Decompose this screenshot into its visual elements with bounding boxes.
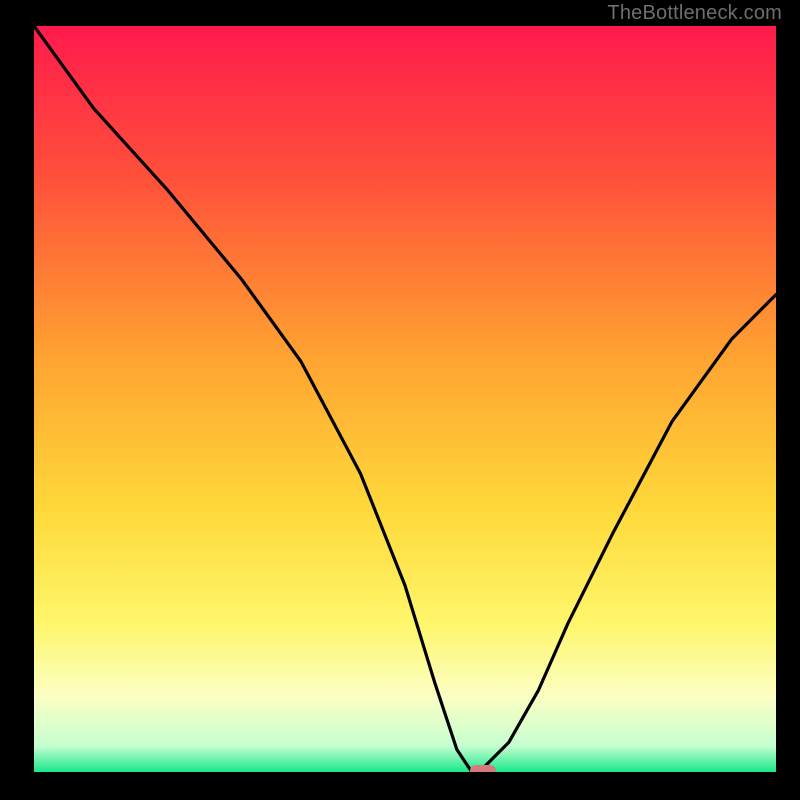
- chart-frame: TheBottleneck.com: [0, 0, 800, 800]
- gradient-background: [34, 26, 776, 772]
- optimum-marker: [470, 765, 496, 772]
- attribution-label: TheBottleneck.com: [607, 2, 782, 25]
- plot-area: [34, 26, 776, 772]
- chart-svg: [34, 26, 776, 772]
